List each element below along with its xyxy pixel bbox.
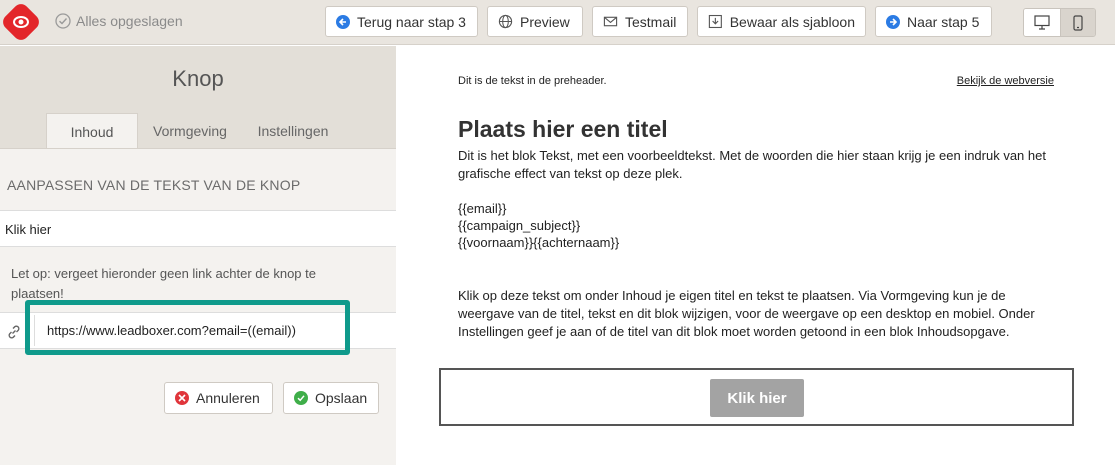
merge-tag-email: {{email}} bbox=[458, 201, 507, 216]
next-step-button[interactable]: Naar stap 5 bbox=[875, 6, 992, 37]
check-circle-icon bbox=[294, 391, 308, 405]
save-label: Opslaan bbox=[315, 390, 368, 406]
tab-vormgeving[interactable]: Vormgeving bbox=[142, 113, 238, 149]
email-title[interactable]: Plaats hier een titel bbox=[458, 116, 668, 143]
desktop-view-button[interactable] bbox=[1024, 9, 1060, 36]
mobile-icon bbox=[1073, 14, 1083, 31]
email-body-text[interactable]: Klik op deze tekst om onder Inhoud je ei… bbox=[458, 287, 1058, 341]
cancel-label: Annuleren bbox=[196, 390, 260, 406]
testmail-button[interactable]: Testmail bbox=[592, 6, 688, 37]
top-toolbar: Alles opgeslagen Terug naar stap 3 Previ… bbox=[0, 0, 1115, 45]
tab-instellingen[interactable]: Instellingen bbox=[244, 113, 342, 149]
block-editor-panel: Knop Inhoud Vormgeving Instellingen AANP… bbox=[0, 46, 396, 465]
save-template-label: Bewaar als sjabloon bbox=[729, 13, 855, 30]
preview-label: Preview bbox=[520, 13, 570, 30]
link-warning-note: Let op: vergeet hieronder geen link acht… bbox=[11, 266, 316, 301]
mobile-view-button[interactable] bbox=[1059, 9, 1095, 36]
save-template-button[interactable]: Bewaar als sjabloon bbox=[697, 6, 866, 37]
preview-button[interactable]: Preview bbox=[487, 6, 583, 37]
panel-header: Knop Inhoud Vormgeving Instellingen bbox=[0, 46, 396, 149]
arrow-left-icon bbox=[336, 14, 350, 29]
arrow-right-icon bbox=[886, 14, 900, 29]
button-text-input[interactable]: Klik hier bbox=[0, 210, 396, 247]
panel-title: Knop bbox=[172, 66, 224, 91]
save-status-text: Alles opgeslagen bbox=[76, 13, 183, 29]
link-icon bbox=[8, 325, 20, 339]
cancel-button[interactable]: Annuleren bbox=[164, 382, 273, 414]
merge-tag-subject: {{campaign_subject}} bbox=[458, 218, 581, 233]
close-circle-icon bbox=[175, 391, 189, 405]
back-step-button[interactable]: Terug naar stap 3 bbox=[325, 6, 478, 37]
link-field-row: https://www.leadboxer.com?email=((email)… bbox=[0, 312, 396, 349]
link-url-input[interactable]: https://www.leadboxer.com?email=((email)… bbox=[34, 315, 344, 346]
merge-tag-name: {{voornaam}}{{achternaam}} bbox=[458, 235, 620, 250]
webversion-link[interactable]: Bekijk de webversie bbox=[957, 75, 1054, 87]
preheader-text[interactable]: Dit is de tekst in de preheader. bbox=[458, 75, 607, 87]
email-intro-text[interactable]: Dit is het blok Tekst, met een voorbeeld… bbox=[458, 147, 1058, 183]
view-toggle bbox=[1023, 8, 1096, 37]
tab-inhoud[interactable]: Inhoud bbox=[46, 113, 138, 149]
back-step-label: Terug naar stap 3 bbox=[357, 13, 466, 30]
desktop-icon bbox=[1034, 15, 1050, 30]
section-label: AANPASSEN VAN DE TEKST VAN DE KNOP bbox=[7, 177, 301, 193]
email-cta-button[interactable]: Klik hier bbox=[710, 379, 804, 417]
envelope-icon bbox=[603, 16, 618, 27]
next-step-label: Naar stap 5 bbox=[907, 13, 980, 30]
email-preview: Dit is de tekst in de preheader. Bekijk … bbox=[397, 46, 1115, 465]
testmail-label: Testmail bbox=[625, 13, 677, 30]
globe-icon bbox=[498, 14, 513, 29]
save-button[interactable]: Opslaan bbox=[283, 382, 379, 414]
eye-logo-icon bbox=[13, 16, 29, 28]
panel-content: AANPASSEN VAN DE TEKST VAN DE KNOP Klik … bbox=[0, 148, 396, 465]
button-block[interactable]: Klik hier bbox=[439, 368, 1074, 426]
download-box-icon bbox=[708, 14, 722, 29]
check-circle-icon bbox=[55, 13, 71, 29]
save-status: Alles opgeslagen bbox=[55, 13, 183, 29]
